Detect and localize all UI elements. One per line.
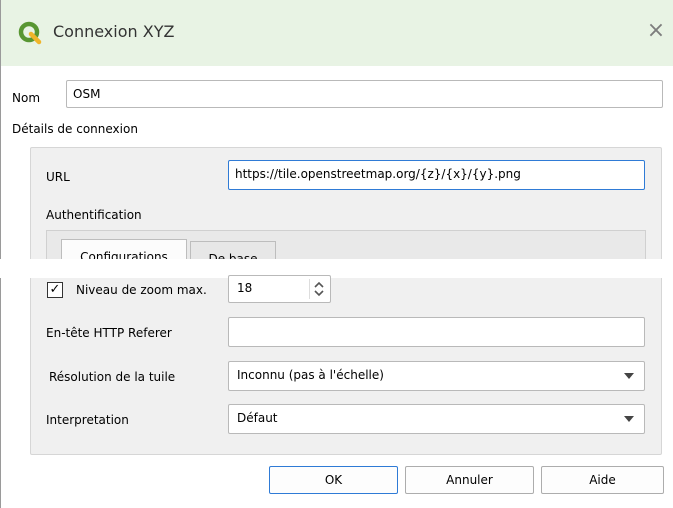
close-icon[interactable]: × [643,18,669,44]
referer-label: En-tête HTTP Referer [46,326,172,340]
chevron-down-icon [624,373,634,379]
zoom-max-checkbox[interactable]: ✓ [47,282,63,298]
tile-resolution-select[interactable]: Inconnu (pas à l'échelle) [228,361,645,391]
referer-input[interactable] [228,317,645,347]
chevron-down-icon [624,416,634,422]
cancel-button[interactable]: Annuler [405,466,534,494]
zoom-max-label: Niveau de zoom max. [76,283,207,297]
interpretation-select[interactable]: Défaut [228,404,645,434]
connection-details-label: Détails de connexion [12,122,138,136]
interpretation-value: Défaut [237,411,278,425]
name-input[interactable]: OSM [66,80,663,108]
url-label: URL [46,170,70,184]
qgis-logo-icon [18,21,42,45]
name-label: Nom [12,91,41,105]
content-gap [0,259,673,278]
url-input[interactable]: https://tile.openstreetmap.org/{z}/{x}/{… [228,160,645,190]
help-button[interactable]: Aide [541,466,664,494]
tile-resolution-value: Inconnu (pas à l'échelle) [237,368,384,382]
zoom-max-spinbox[interactable]: 18 [228,275,331,303]
tile-resolution-label: Résolution de la tuile [49,370,176,384]
window-title: Connexion XYZ [53,22,175,41]
ok-button[interactable]: OK [269,466,398,494]
authentication-label: Authentification [46,208,142,222]
window-border [0,0,1,508]
interpretation-label: Interpretation [46,413,129,427]
zoom-max-value: 18 [237,281,253,295]
spin-arrows-icon[interactable] [309,279,327,299]
